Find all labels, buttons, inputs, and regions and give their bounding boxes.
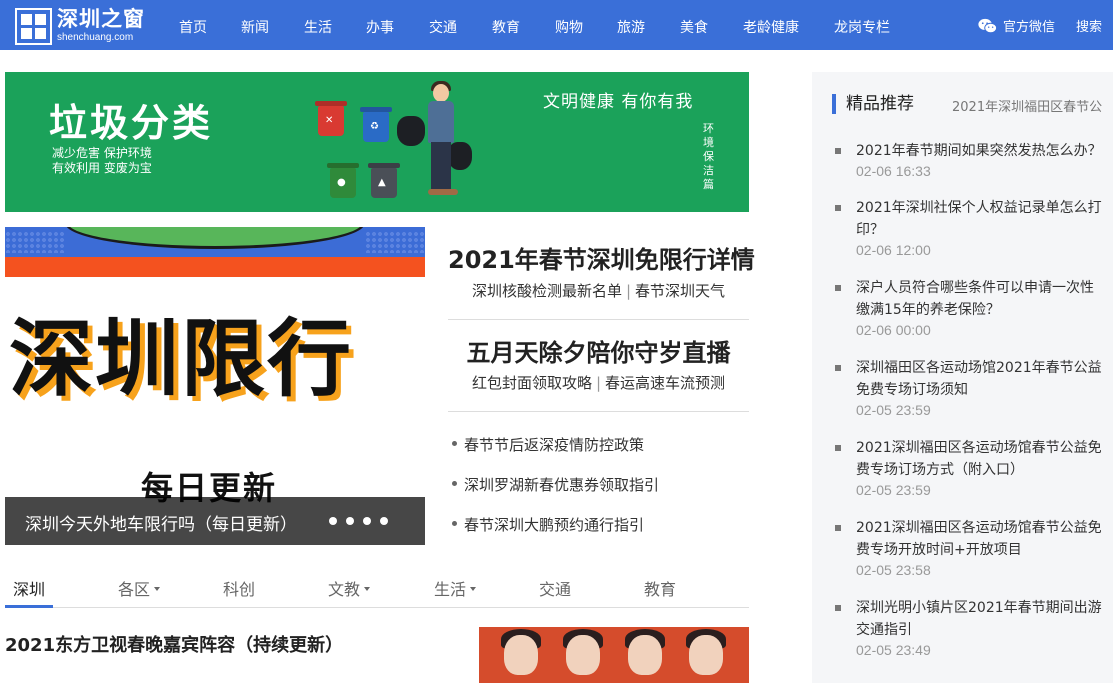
list-item-title[interactable]: 深圳光明小镇片区2021年春节期间出游交通指引 <box>834 597 1104 641</box>
caret-down-icon <box>470 586 477 591</box>
slide-dot-2[interactable] <box>346 517 354 525</box>
bullet-link-3[interactable]: 春节深圳大鹏预约通行指引 <box>452 514 644 535</box>
slide-caption[interactable]: 深圳今天外地车限行吗（每日更新） <box>25 510 325 535</box>
tab-shenzhen[interactable]: 深圳 <box>13 576 45 600</box>
tab-districts[interactable]: 各区 <box>118 576 161 600</box>
wechat-icon <box>978 18 997 33</box>
tab-education[interactable]: 教育 <box>644 576 676 600</box>
headline-1[interactable]: 2021年春节深圳免限行详情 <box>448 240 755 275</box>
nav-food[interactable]: 美食 <box>680 17 708 37</box>
recommended-sidebar: 精品推荐 2021年深圳福田区春节公益免费专场 2021年春节期间如果突然发热怎… <box>812 72 1113 683</box>
nav-news[interactable]: 新闻 <box>241 17 269 37</box>
slide-dot-1[interactable] <box>329 517 337 525</box>
list-item-date: 02-05 23:59 <box>856 482 931 498</box>
headline-1-link-2[interactable]: 春节深圳天气 <box>635 282 725 300</box>
banner-title: 垃圾分类 <box>49 101 214 145</box>
article-thumbnail[interactable] <box>479 627 749 683</box>
slide-headline-image-text: 深圳限行 <box>9 310 354 408</box>
list-item: 2021年深圳社保个人权益记录单怎么打印？ 02-06 12:00 <box>834 197 1104 258</box>
logo-en: shenchuang.com <box>57 32 134 43</box>
divider <box>448 411 749 412</box>
sidebar-title: 精品推荐 <box>832 94 914 114</box>
nav-education[interactable]: 教育 <box>492 17 520 37</box>
site-logo[interactable]: 深圳之窗 shenchuang.com <box>15 6 145 46</box>
banner-slogan: 文明健康 有你有我 <box>543 92 694 112</box>
list-item-title[interactable]: 深户人员符合哪些条件可以申请一次性缴满15年的养老保险？ <box>834 277 1104 321</box>
tab-tech[interactable]: 科创 <box>223 576 255 600</box>
garbage-sorting-banner[interactable]: 垃圾分类 减少危害 保护环境 有效利用 变废为宝 ✕ ♻ ● ▲ 文明健康 有你… <box>5 72 749 212</box>
nav-traffic[interactable]: 交通 <box>429 17 457 37</box>
headline-2-link-1[interactable]: 红包封面领取攻略 <box>472 374 592 392</box>
list-item: 2021深圳福田区各运动场馆春节公益免费专场订场方式（附入口） 02-05 23… <box>834 437 1104 498</box>
headline-2-links: 红包封面领取攻略 | 春运高速车流预测 <box>471 374 726 392</box>
list-item-date: 02-06 00:00 <box>856 322 931 338</box>
list-item: 深圳光明小镇片区2021年春节期间出游交通指引 02-05 23:49 <box>834 597 1104 658</box>
list-item: 深圳福田区各运动场馆2021年春节公益免费专场订场须知 02-05 23:59 <box>834 357 1104 418</box>
tab-traffic[interactable]: 交通 <box>539 576 571 600</box>
caret-down-icon <box>364 586 371 591</box>
nav-elderly-health[interactable]: 老龄健康 <box>743 17 799 37</box>
tab-life[interactable]: 生活 <box>434 576 477 600</box>
list-item: 深户人员符合哪些条件可以申请一次性缴满15年的养老保险？ 02-06 00:00 <box>834 277 1104 338</box>
headline-2[interactable]: 五月天除夕陪你守岁直播 <box>448 333 749 368</box>
top-nav-bar: 深圳之窗 shenchuang.com 首页 新闻 生活 办事 交通 教育 购物… <box>0 0 1113 50</box>
list-item: 2021深圳福田区各运动场馆春节公益免费专场开放时间+开放项目 02-05 23… <box>834 517 1104 578</box>
gray-bin-icon: ▲ <box>371 168 397 198</box>
nav-travel[interactable]: 旅游 <box>617 17 645 37</box>
nav-affairs[interactable]: 办事 <box>366 17 394 37</box>
caret-down-icon <box>154 586 161 591</box>
headline-1-link-1[interactable]: 深圳核酸检测最新名单 <box>472 282 622 300</box>
list-item-title[interactable]: 2021年深圳社保个人权益记录单怎么打印？ <box>834 197 1104 241</box>
headline-1-links: 深圳核酸检测最新名单 | 春节深圳天气 <box>471 282 726 300</box>
divider <box>448 319 749 320</box>
list-item-title[interactable]: 深圳福田区各运动场馆2021年春节公益免费专场订场须知 <box>834 357 1104 401</box>
slide-dot-4[interactable] <box>380 517 388 525</box>
headline-2-link-2[interactable]: 春运高速车流预测 <box>605 374 725 392</box>
tab-culture-label: 文教 <box>328 580 361 599</box>
slide-pager <box>329 517 388 525</box>
trash-bag-icon-2 <box>448 142 472 170</box>
bullet-link-2[interactable]: 深圳罗湖新春优惠券领取指引 <box>452 474 659 495</box>
wechat-link[interactable]: 官方微信 <box>978 16 1055 35</box>
nav-home[interactable]: 首页 <box>179 17 207 37</box>
wechat-label: 官方微信 <box>1003 20 1056 35</box>
list-item-date: 02-05 23:59 <box>856 402 931 418</box>
search-link[interactable]: 搜索 <box>1076 16 1102 35</box>
list-item-date: 02-05 23:58 <box>856 562 931 578</box>
nav-longgang[interactable]: 龙岗专栏 <box>834 17 890 37</box>
banner-sub-line-1: 减少危害 保护环境 <box>52 146 152 160</box>
list-item-date: 02-05 23:49 <box>856 642 931 658</box>
article-title[interactable]: 2021东方卫视春晚嘉宾阵容（持续更新） <box>5 631 343 657</box>
tab-life-label: 生活 <box>434 580 467 599</box>
green-bin-icon: ● <box>330 168 356 198</box>
banner-sub-line-2: 有效利用 变废为宝 <box>52 161 152 175</box>
nav-life[interactable]: 生活 <box>304 17 332 37</box>
list-item-date: 02-06 12:00 <box>856 242 931 258</box>
slide-dot-3[interactable] <box>363 517 371 525</box>
list-item-title[interactable]: 2021年春节期间如果突然发热怎么办？ <box>834 140 1104 162</box>
bullet-link-1[interactable]: 春节节后返深疫情防控政策 <box>452 434 644 455</box>
logo-text: 深圳之窗 shenchuang.com <box>57 9 145 43</box>
list-item: 2021年春节期间如果突然发热怎么办？ 02-06 16:33 <box>834 140 1104 179</box>
logo-grid-icon <box>15 7 52 45</box>
list-item-date: 02-06 16:33 <box>856 163 931 179</box>
category-tabs: 深圳 各区 科创 文教 生活 交通 教育 <box>5 565 749 608</box>
banner-vertical-text: 环境保洁篇 <box>703 122 714 191</box>
trash-bag-icon <box>397 116 425 146</box>
tab-districts-label: 各区 <box>118 580 151 599</box>
logo-cn: 深圳之窗 <box>57 7 145 31</box>
banner-subtitle: 减少危害 保护环境 有效利用 变废为宝 <box>52 146 152 176</box>
nav-shopping[interactable]: 购物 <box>555 17 583 37</box>
list-item-title[interactable]: 2021深圳福田区各运动场馆春节公益免费专场订场方式（附入口） <box>834 437 1104 481</box>
tab-culture[interactable]: 文教 <box>328 576 371 600</box>
active-tab-indicator <box>5 605 53 608</box>
slideshow[interactable]: 深圳限行 每日更新 深圳今天外地车限行吗（每日更新） <box>5 227 425 545</box>
sidebar-marquee[interactable]: 2021年深圳福田区春节公益免费专场 <box>952 96 1102 115</box>
red-bin-icon: ✕ <box>318 106 344 136</box>
blue-bin-icon: ♻ <box>363 112 389 142</box>
list-item-title[interactable]: 2021深圳福田区各运动场馆春节公益免费专场开放时间+开放项目 <box>834 517 1104 561</box>
